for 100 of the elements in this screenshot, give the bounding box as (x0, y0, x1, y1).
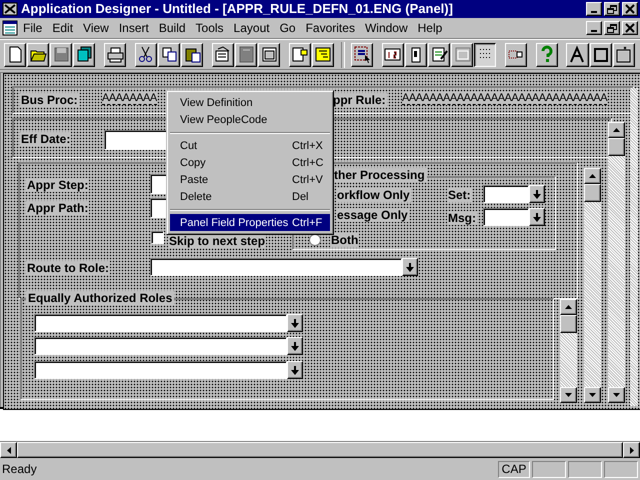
up-arrow-icon (589, 174, 596, 178)
down-arrow-icon (613, 393, 620, 398)
minimize-icon (591, 10, 597, 13)
scroll-up-button[interactable] (584, 168, 601, 184)
field-label: Set: (447, 188, 472, 202)
menu-item[interactable]: View Definition (170, 94, 330, 112)
vertical-scrollbar[interactable] (560, 299, 577, 404)
menu-item[interactable]: View PeopleCode (170, 111, 330, 128)
down-arrow-icon (533, 212, 541, 222)
menu-item[interactable]: Favorites (300, 18, 360, 37)
down-arrow-icon (589, 393, 596, 398)
status-panel (568, 460, 602, 478)
scroll-up-button[interactable] (608, 122, 625, 138)
window-icon (260, 45, 279, 64)
checkbox-label: Skip to next step (168, 234, 266, 248)
field-label: Eff Date: (20, 132, 72, 146)
close-button[interactable] (622, 2, 638, 16)
menu-item[interactable]: File (18, 18, 48, 37)
shortcut-label: Ctrl+C (292, 156, 324, 169)
dropdown-field[interactable] (34, 361, 287, 380)
app-icon (2, 0, 18, 17)
menu-item[interactable]: Insert (114, 18, 154, 37)
menu-item-label: Cut (180, 140, 198, 152)
menu-item[interactable]: Edit (47, 18, 78, 37)
menu-item-label: View PeopleCode (180, 114, 268, 126)
dropdown-field[interactable] (34, 314, 287, 332)
shortcut-label: Ctrl+V (292, 174, 324, 186)
restore-icon (607, 22, 617, 33)
field-label: Appr Step: (26, 178, 90, 192)
up-arrow-icon (613, 128, 620, 132)
radio-button[interactable] (309, 234, 321, 246)
status-panel (532, 460, 566, 478)
restore-button[interactable] (604, 2, 620, 16)
minimize-button[interactable] (586, 2, 602, 16)
scroll-down-button[interactable] (584, 387, 601, 404)
dropdown-field[interactable] (483, 208, 529, 226)
down-arrow-icon (565, 393, 572, 398)
down-arrow-icon (291, 318, 299, 328)
menu-item[interactable]: Layout (228, 18, 275, 37)
menu-item[interactable]: View (78, 18, 114, 37)
status-panel (604, 460, 638, 478)
field-label: ppr Rule: (332, 93, 387, 108)
radio-label: orkflow Only (336, 188, 411, 202)
shortcut-label: Del (292, 190, 310, 203)
toolbar-button[interactable] (474, 42, 496, 67)
scroll-thumb[interactable] (608, 138, 625, 156)
menu-item[interactable]: Build (154, 18, 191, 37)
menu-item-label: Panel Field Properties (180, 216, 290, 229)
menu-item-label: View Definition (180, 96, 254, 109)
document-close-button[interactable] (622, 20, 638, 35)
field-label: Appr Path: (26, 201, 90, 216)
shortcut-label: Ctrl+F (292, 216, 324, 229)
dropdown-field[interactable] (483, 185, 529, 204)
frame-box-icon (591, 45, 610, 64)
frame-icon (452, 45, 472, 64)
document-restore-button[interactable] (604, 20, 620, 35)
page-icon (236, 45, 256, 64)
menu-item[interactable]: Cut Ctrl+X (170, 137, 330, 154)
stacked-pages-icon (74, 45, 94, 64)
vertical-scrollbar[interactable] (608, 122, 625, 404)
left-arrow-icon (6, 446, 10, 454)
dropdown-button[interactable] (529, 185, 545, 204)
field-value: AAAAAAAAAAAAAAAAAAAAAAAAAAAAAA (402, 92, 608, 106)
dropdown-button[interactable] (287, 337, 303, 356)
scroll-thumb[interactable] (560, 315, 577, 334)
status-text: Ready (2, 462, 38, 476)
up-arrow-icon (565, 305, 572, 310)
dropdown-button[interactable] (287, 361, 303, 380)
menu-item[interactable]: Tools (190, 18, 229, 37)
down-arrow-icon (533, 190, 541, 199)
menu-item[interactable]: Help (412, 18, 448, 37)
scroll-left-button[interactable] (0, 442, 17, 458)
down-arrow-icon (406, 262, 414, 272)
down-arrow-icon (291, 342, 299, 351)
menu-item[interactable]: Panel Field Properties Ctrl+F (170, 214, 330, 232)
scroll-down-button[interactable] (560, 387, 577, 404)
document-minimize-button[interactable] (586, 20, 602, 35)
checkbox[interactable] (151, 231, 164, 244)
group-title: Equally Authorized Roles (26, 291, 174, 306)
menu-item[interactable]: Delete Del (170, 188, 330, 206)
dropdown-button[interactable] (529, 208, 545, 226)
printer-icon (106, 45, 125, 64)
field-label: Msg: (447, 211, 477, 226)
dropdown-field[interactable] (150, 258, 402, 276)
vertical-scrollbar[interactable] (584, 168, 601, 404)
dropdown-button[interactable] (287, 314, 303, 332)
scroll-right-button[interactable] (623, 442, 640, 458)
right-arrow-icon (630, 446, 634, 454)
scroll-up-button[interactable] (560, 299, 577, 316)
menu-item[interactable]: Window (360, 18, 413, 37)
scroll-down-button[interactable] (608, 387, 625, 404)
scroll-thumb[interactable] (584, 184, 601, 202)
menu-item[interactable]: Copy Ctrl+C (170, 154, 330, 172)
menu-item[interactable]: Paste Ctrl+V (170, 171, 330, 188)
dropdown-button[interactable] (402, 258, 418, 276)
dropdown-field[interactable] (34, 337, 287, 356)
radio-label: Both (330, 233, 360, 248)
field-value: AAAAAAAA (102, 92, 157, 106)
note-icon (290, 45, 310, 64)
menu-item[interactable]: Go (274, 18, 301, 37)
